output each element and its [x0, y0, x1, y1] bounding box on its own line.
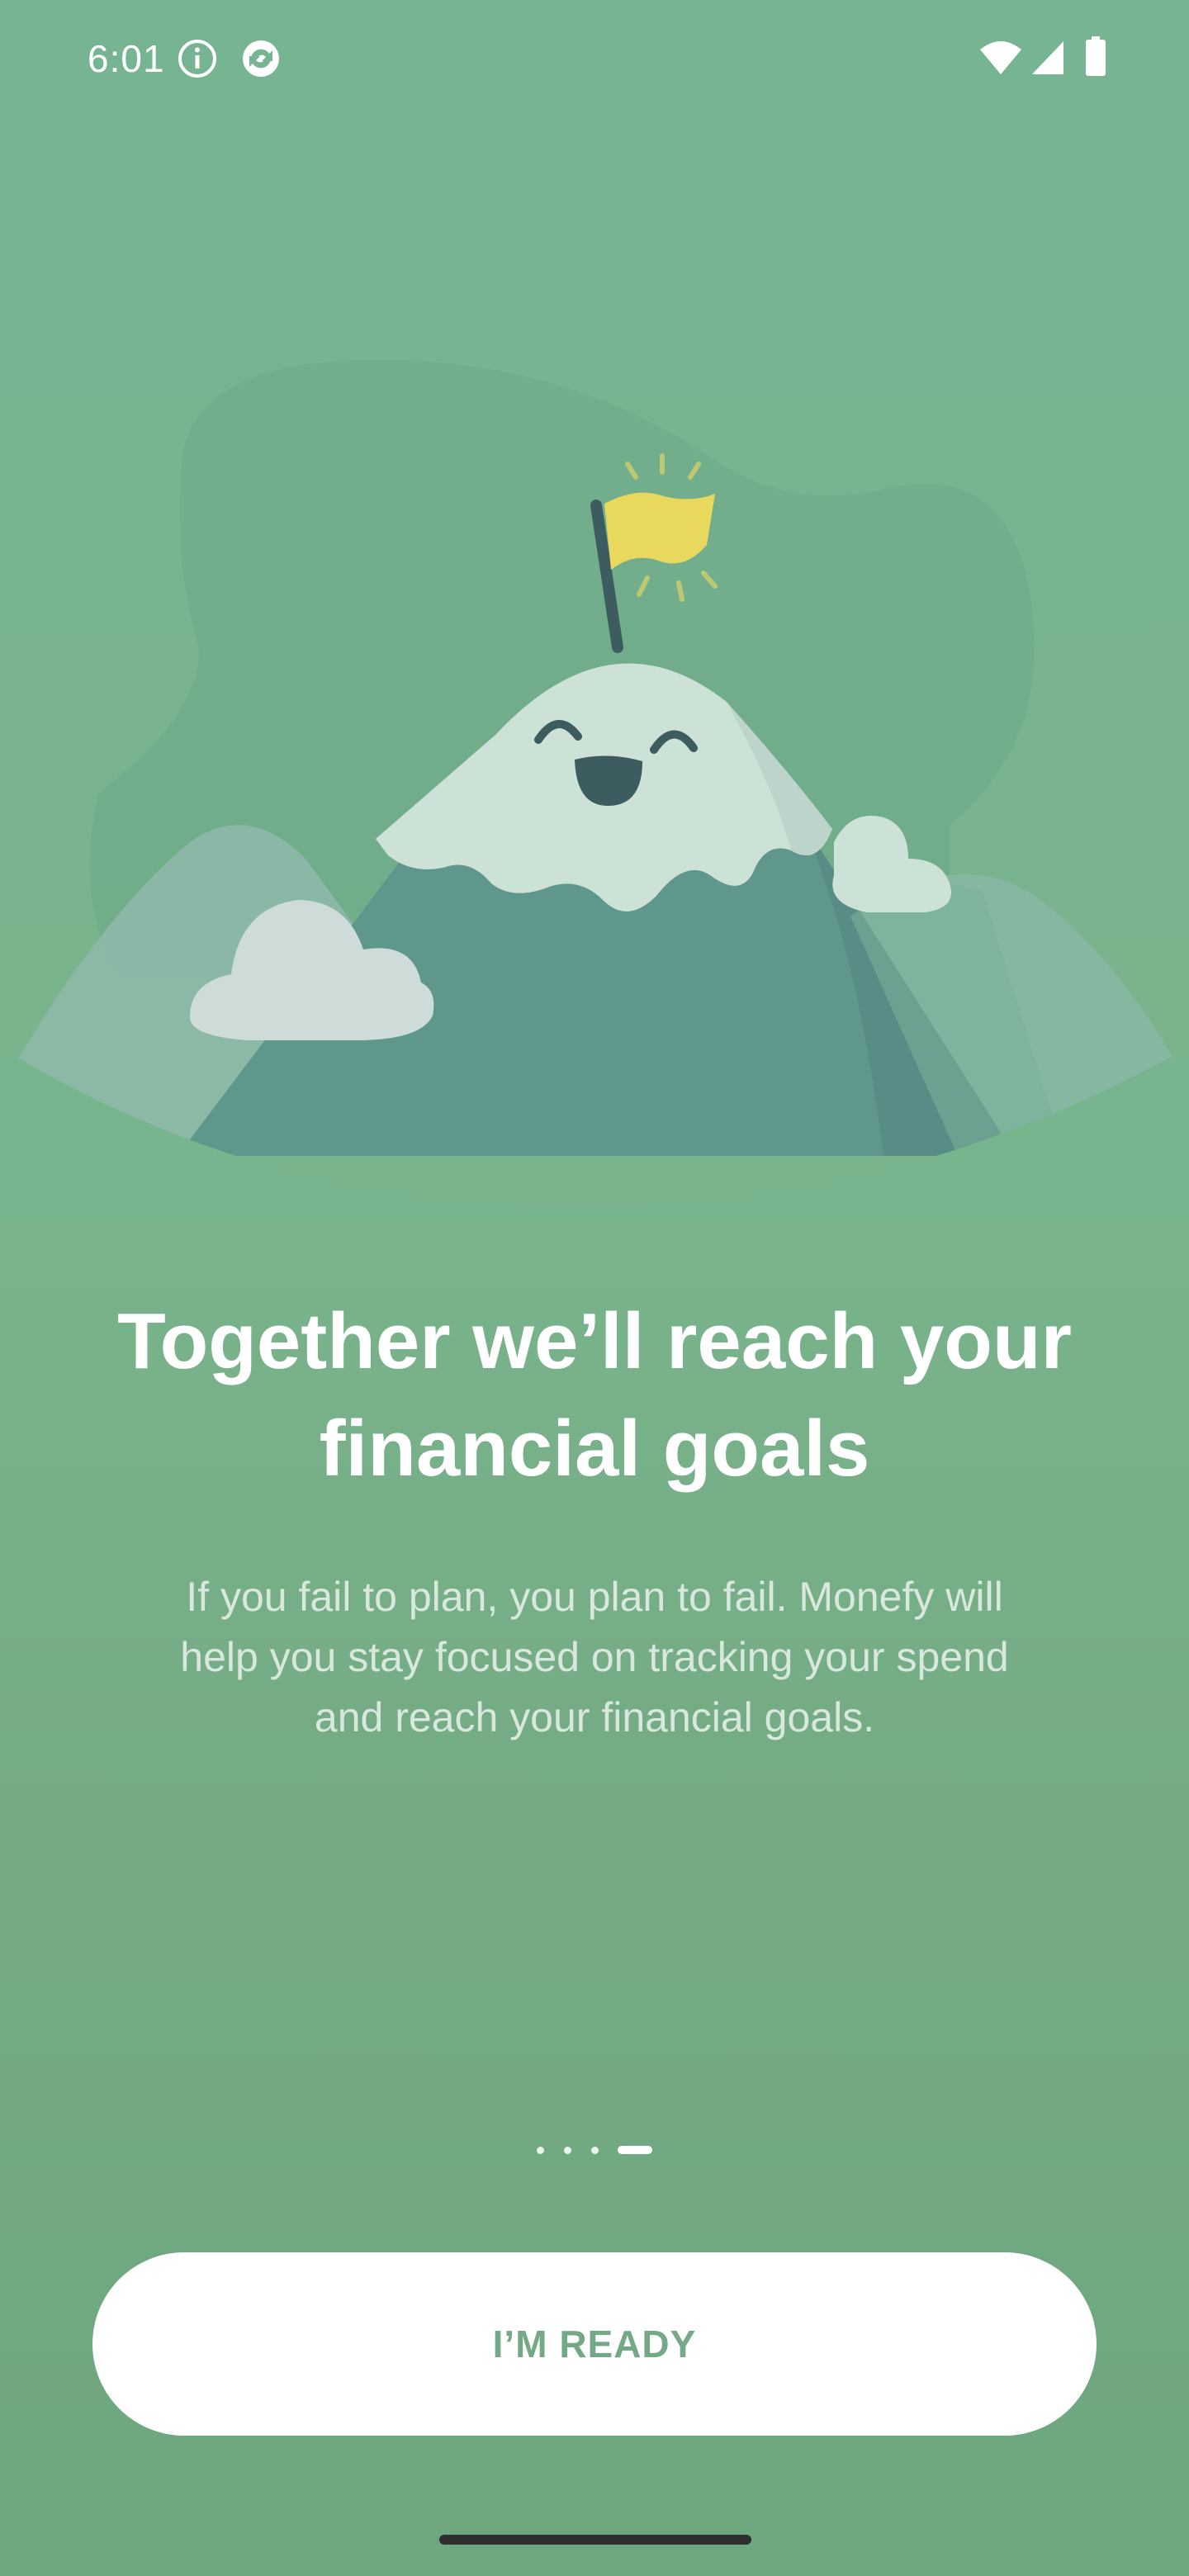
onboarding-description-line-1: If you fail to plan, you plan to fail. M… [186, 1574, 1003, 1620]
home-indicator[interactable] [439, 2535, 751, 2545]
page-dot-2[interactable] [564, 2147, 571, 2154]
im-ready-button[interactable]: I’M READY [92, 2252, 1097, 2436]
onboarding-title-line-1: Together we’ll reach your [117, 1297, 1072, 1385]
onboarding-description-line-3: and reach your financial goals. [314, 1694, 875, 1740]
onboarding-title: Together we’ll reach your financial goal… [99, 1288, 1090, 1503]
onboarding-title-line-2: financial goals [319, 1404, 870, 1493]
page-indicator [528, 2142, 661, 2158]
page-dot-1[interactable] [537, 2147, 544, 2154]
page-dot-3[interactable] [591, 2147, 599, 2154]
onboarding-description-line-2: help you stay focused on tracking your s… [180, 1634, 1009, 1680]
page-dot-active[interactable] [618, 2146, 652, 2154]
mountain-illustration [0, 359, 1189, 1222]
onboarding-description: If you fail to plan, you plan to fail. M… [124, 1567, 1065, 1748]
hero-illustration [0, 0, 1189, 1222]
